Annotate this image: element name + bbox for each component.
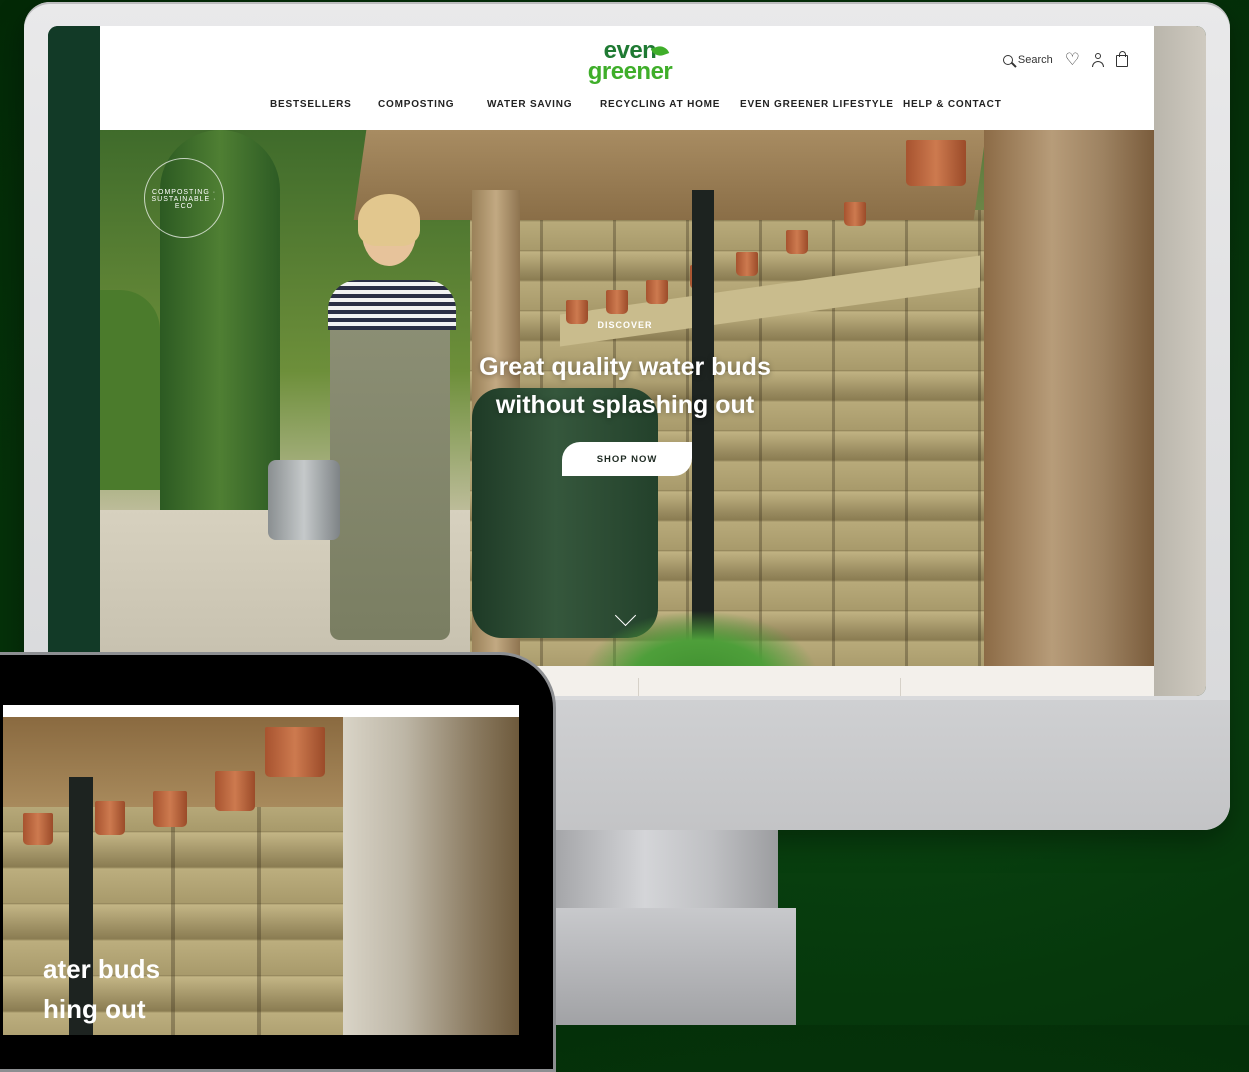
monitor-stand-base [540,908,796,1025]
monitor-screen: even greener Search ♡ BESTSELLERS COMPOS… [48,26,1206,696]
nav-item-recycling-at-home[interactable]: RECYCLING AT HOME [600,99,720,110]
website: even greener Search ♡ BESTSELLERS COMPOS… [100,26,1154,696]
usp-divider [900,678,901,696]
user-icon[interactable] [1092,52,1104,67]
heart-icon[interactable]: ♡ [1065,51,1080,68]
bag-icon[interactable] [1116,51,1128,67]
shop-now-button[interactable]: SHOP NOW [562,442,692,476]
usp-divider [638,678,639,696]
nav-item-composting[interactable]: COMPOSTING [378,99,454,110]
laptop-headline-line1: ater buds [43,954,161,984]
terracotta-pot [23,813,53,845]
hero-headline-line2: without splashing out [495,391,755,419]
logo-line2: greener [587,58,673,85]
terracotta-pot [215,771,255,811]
chevron-down-icon[interactable] [614,604,637,627]
site-header: even greener Search ♡ BESTSELLERS COMPOS… [100,26,1154,130]
right-strip [1154,26,1206,696]
laptop-wooden-post [343,717,519,1035]
hero-banner: COMPOSTING · SUSTAINABLE · ECO DISCOVER … [100,130,1154,666]
laptop: ater buds hing out [0,652,556,1072]
logo[interactable]: even greener [570,39,690,85]
hero-eyebrow: DISCOVER [597,320,653,330]
monitor-stand-neck [556,830,778,920]
nav-item-water-saving[interactable]: WATER SAVING [487,99,572,110]
hero-copy: DISCOVER Great quality water buds withou… [100,130,1154,666]
nav-item-even-greener-lifestyle[interactable]: EVEN GREENER LIFESTYLE [740,99,894,110]
hero-headline: Great quality water buds without splashi… [420,348,830,424]
laptop-hero: ater buds hing out [3,717,519,1035]
search-button[interactable]: Search [1002,53,1053,66]
laptop-screen: ater buds hing out [3,705,519,1035]
main-nav: BESTSELLERS COMPOSTING WATER SAVING RECY… [100,99,1154,119]
laptop-headline-line2: hing out [43,994,146,1024]
search-icon [1002,54,1013,65]
laptop-hero-headline: ater buds hing out [43,949,363,1029]
nav-item-help-contact[interactable]: HELP & CONTACT [903,99,1002,110]
left-dark-strip [48,26,100,696]
header-actions: Search ♡ [1002,51,1128,68]
terracotta-pot [95,801,125,835]
search-label: Search [1017,53,1053,66]
hero-headline-line1: Great quality water buds [479,353,771,381]
terracotta-pot [265,727,325,777]
terracotta-pot [153,791,187,827]
nav-item-bestsellers[interactable]: BESTSELLERS [270,99,352,110]
